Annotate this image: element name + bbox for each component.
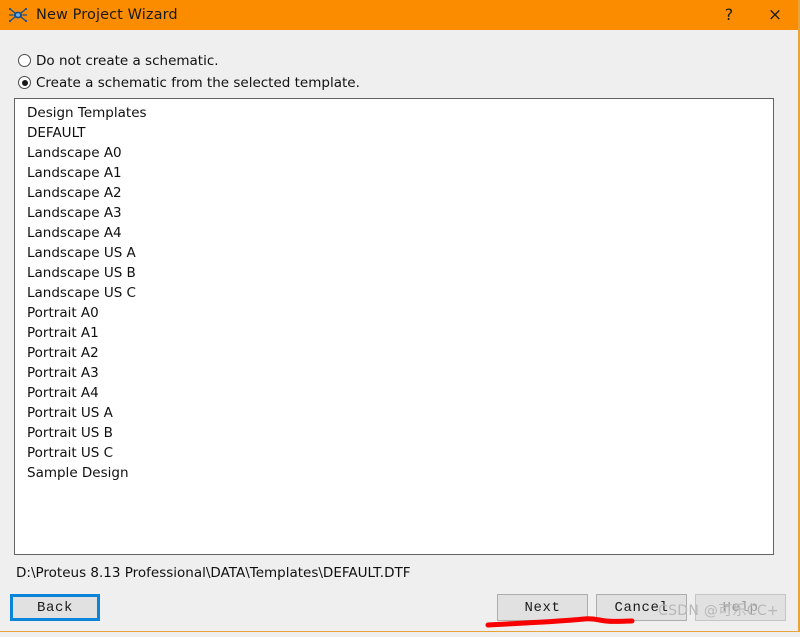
radio-label-do-not-create: Do not create a schematic. [36, 52, 219, 69]
list-item[interactable]: Landscape US C [15, 283, 773, 303]
list-item[interactable]: Landscape A1 [15, 163, 773, 183]
list-item[interactable]: Portrait A1 [15, 323, 773, 343]
list-item[interactable]: Landscape A2 [15, 183, 773, 203]
list-item[interactable]: Landscape US B [15, 263, 773, 283]
cancel-button[interactable]: Cancel [596, 594, 687, 621]
list-item[interactable]: Portrait A2 [15, 343, 773, 363]
radio-option-do-not-create[interactable]: Do not create a schematic. [18, 50, 360, 71]
list-item[interactable]: DEFAULT [15, 123, 773, 143]
proteus-app-icon [8, 6, 28, 24]
radio-label-create-from-template: Create a schematic from the selected tem… [36, 74, 360, 91]
list-item[interactable]: Landscape A4 [15, 223, 773, 243]
new-project-wizard-dialog: New Project Wizard ? × Do not create a s… [0, 0, 800, 632]
selected-template-path: D:\Proteus 8.13 Professional\DATA\Templa… [16, 565, 411, 581]
list-item[interactable]: Portrait US A [15, 403, 773, 423]
list-item[interactable]: Design Templates [15, 103, 773, 123]
list-item[interactable]: Sample Design [15, 463, 773, 483]
help-icon[interactable]: ? [706, 0, 752, 31]
schematic-option-group: Do not create a schematic. Create a sche… [18, 50, 360, 94]
list-item[interactable]: Portrait US C [15, 443, 773, 463]
title-bar: New Project Wizard ? × [0, 0, 798, 30]
list-item[interactable]: Portrait US B [15, 423, 773, 443]
titlebar-controls: ? × [706, 0, 798, 30]
design-templates-listbox[interactable]: Design Templates DEFAULT Landscape A0 La… [14, 98, 774, 555]
help-button: Help [695, 594, 786, 621]
list-item[interactable]: Landscape A3 [15, 203, 773, 223]
radio-indicator-selected[interactable] [18, 76, 31, 89]
list-item[interactable]: Landscape A0 [15, 143, 773, 163]
back-button[interactable]: Back [10, 594, 100, 621]
list-item[interactable]: Portrait A4 [15, 383, 773, 403]
radio-indicator-unselected[interactable] [18, 54, 31, 67]
list-item[interactable]: Landscape US A [15, 243, 773, 263]
window-title: New Project Wizard [36, 7, 178, 23]
close-icon[interactable]: × [752, 0, 798, 30]
list-item[interactable]: Portrait A0 [15, 303, 773, 323]
list-item[interactable]: Portrait A3 [15, 363, 773, 383]
next-button[interactable]: Next [497, 594, 588, 621]
radio-option-create-from-template[interactable]: Create a schematic from the selected tem… [18, 72, 360, 93]
